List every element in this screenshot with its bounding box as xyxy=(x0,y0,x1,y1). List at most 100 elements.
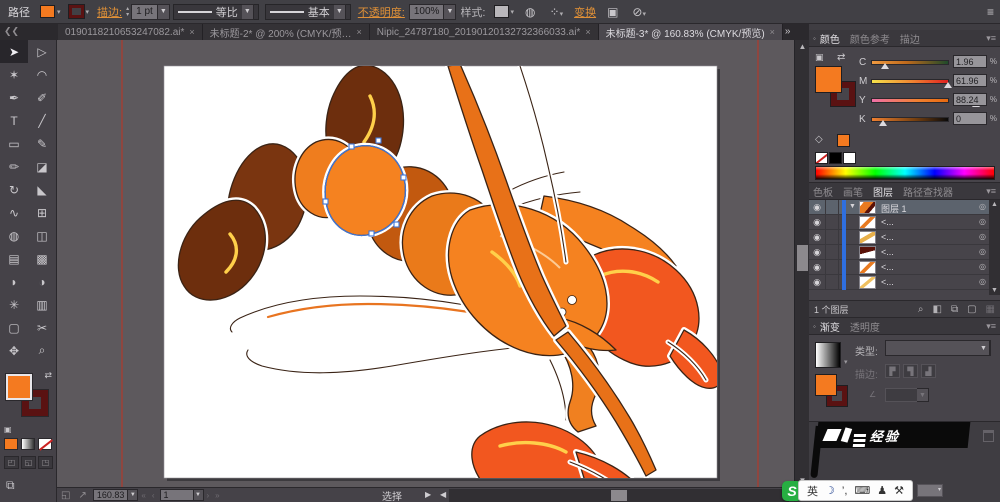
gradient-angle-dropdown[interactable]: ▼ xyxy=(885,388,929,402)
stroke-apply-across-icon[interactable]: ▟ xyxy=(921,364,936,378)
fill-proxy[interactable] xyxy=(815,374,837,396)
chevron-down-icon[interactable]: ▾ xyxy=(57,8,61,16)
panel-menu-icon[interactable]: ▾≡ xyxy=(986,33,996,44)
layer-name[interactable]: <... xyxy=(881,277,894,287)
close-icon[interactable]: × xyxy=(189,27,194,37)
tab-title[interactable]: 未标题-3* @ 160.83% (CMYK/预览) xyxy=(606,25,765,40)
layer-row[interactable]: ◉ ▼ 图层 1 ◎ xyxy=(809,200,1000,215)
tool-shape-builder[interactable]: ◍ xyxy=(0,224,28,247)
lock-cell[interactable] xyxy=(826,230,839,245)
tool-line-segment[interactable]: ╱ xyxy=(28,109,56,132)
vertical-scrollbar[interactable]: ▲ ▼ xyxy=(794,40,809,487)
layer-row[interactable]: ◉ ▼ <... ◎ xyxy=(809,260,1000,275)
layer-row[interactable]: ◉ ▼ <... ◎ xyxy=(809,215,1000,230)
doc-setup-icon[interactable]: ◱ xyxy=(61,490,70,501)
prev-artboard-icon[interactable]: ‹ xyxy=(152,491,155,500)
artboard-number-field[interactable]: 1 xyxy=(159,489,194,501)
tool-hand[interactable]: ✥ xyxy=(0,339,28,362)
tool-free-transform[interactable]: ⊞ xyxy=(28,201,56,224)
tool-zoom[interactable]: ⌕ xyxy=(28,339,56,362)
tool-artboard[interactable]: ▢ xyxy=(0,316,28,339)
style-dropdown[interactable]: ▾ xyxy=(493,5,514,18)
stepper-down-icon[interactable]: ▾ xyxy=(126,12,129,18)
layer-row[interactable]: ◉ ▼ <... ◎ xyxy=(809,275,1000,290)
delete-layer-icon[interactable]: ▦ xyxy=(986,304,995,315)
tool-width[interactable]: ∿ xyxy=(0,201,28,224)
tool-pencil[interactable]: ✏ xyxy=(0,155,28,178)
panel-tab[interactable]: 渐变 xyxy=(820,319,840,334)
lock-cell[interactable] xyxy=(826,275,839,290)
gradient-type-dropdown[interactable]: ▼ xyxy=(885,340,991,356)
layer-row[interactable]: ◉ ▼ <... ◎ xyxy=(809,245,1000,260)
layer-name[interactable]: <... xyxy=(881,262,894,272)
dropdown-icon[interactable]: ▼ xyxy=(917,388,929,402)
tool-blend[interactable]: ◑ xyxy=(28,270,56,293)
tool-rotate[interactable]: ↻ xyxy=(0,178,28,201)
stroke-color-swatch[interactable] xyxy=(67,4,85,19)
recolor-artwork-icon[interactable]: ◍ xyxy=(525,5,535,19)
new-layer-icon[interactable]: ▢ xyxy=(967,304,976,315)
black-swatch[interactable] xyxy=(829,152,842,164)
tool-mesh[interactable]: ▤ xyxy=(0,247,28,270)
channel-value-field[interactable]: 0 xyxy=(953,112,987,125)
slider-track[interactable] xyxy=(871,79,949,84)
style-swatch[interactable] xyxy=(493,5,509,18)
slider-thumb[interactable] xyxy=(943,82,952,88)
stroke-width-stepper[interactable]: ▴ ▾ xyxy=(126,6,129,18)
zoom-level-field[interactable]: 160.83 xyxy=(92,489,129,501)
target-circle-icon[interactable]: ◎ xyxy=(979,202,986,211)
swap-colors-icon[interactable]: ⇄ xyxy=(837,52,845,63)
tool-slice[interactable]: ✂ xyxy=(28,316,56,339)
visibility-eye-icon[interactable]: ◉ xyxy=(809,245,826,260)
visibility-eye-icon[interactable]: ◉ xyxy=(809,260,826,275)
stroke-width-dropdown[interactable]: ▼ xyxy=(157,3,170,20)
target-circle-icon[interactable]: ◎ xyxy=(979,232,986,241)
chevron-down-icon[interactable]: ▾ xyxy=(86,8,90,16)
default-swatches-icon[interactable]: ▣ xyxy=(815,52,824,63)
tool-gradient[interactable]: ▩ xyxy=(28,247,56,270)
expander-triangle-icon[interactable]: ▼ xyxy=(849,203,856,210)
horizontal-scroll-thumb[interactable] xyxy=(611,490,627,501)
opacity-dropdown[interactable]: ▼ xyxy=(444,3,457,20)
tool-scale[interactable]: ◣ xyxy=(28,178,56,201)
layer-thumbnail[interactable] xyxy=(859,276,876,289)
scroll-left-icon[interactable]: ▶ xyxy=(425,490,431,499)
dropdown-icon[interactable]: ▼ xyxy=(241,3,254,20)
lock-cell[interactable] xyxy=(826,215,839,230)
stroke-apply-within-icon[interactable]: ▛ xyxy=(885,364,900,378)
width-profile-dropdown[interactable]: 等比 ▼ xyxy=(172,3,259,20)
layer-thumbnail[interactable] xyxy=(859,201,876,214)
next-artboard-icon[interactable]: › xyxy=(207,491,210,500)
scroll-down-icon[interactable]: ▼ xyxy=(989,287,1000,294)
panel-tab[interactable]: 颜色参考 xyxy=(850,31,890,46)
scroll-right-icon[interactable]: ◀ xyxy=(440,490,446,499)
canvas-area[interactable]: .h{fill:#fff;stroke:#fff;stroke-width:6;… xyxy=(57,40,794,487)
target-circle-icon[interactable]: ◎ xyxy=(979,277,986,286)
trash-icon[interactable] xyxy=(983,430,994,442)
vertical-scroll-thumb[interactable] xyxy=(797,245,808,271)
transform-link[interactable]: 变换 xyxy=(574,4,596,20)
lock-cell[interactable] xyxy=(826,245,839,260)
lock-cell[interactable] xyxy=(826,200,839,215)
account-icon[interactable]: ♟ xyxy=(877,484,887,497)
none-swatch[interactable] xyxy=(815,152,828,164)
tool-paintbrush[interactable]: ✎ xyxy=(28,132,56,155)
draw-behind-button[interactable]: ◱ xyxy=(21,456,36,469)
gamut-color-swatch[interactable] xyxy=(837,134,850,147)
fill-color-proxy[interactable] xyxy=(815,66,842,93)
out-of-gamut-icon[interactable]: ◇ xyxy=(815,134,823,145)
slider-thumb[interactable] xyxy=(881,63,890,69)
new-sublayer-icon[interactable]: ⧉ xyxy=(951,304,958,315)
tool-eraser[interactable]: ◪ xyxy=(28,155,56,178)
fill-color-dropdown[interactable]: ▾ xyxy=(40,5,61,18)
tool-magic-wand[interactable]: ✶ xyxy=(0,63,28,86)
opacity-field[interactable]: 100% xyxy=(408,3,445,20)
fill-proxy[interactable] xyxy=(6,374,32,400)
stroke-width-field[interactable]: 1 pt xyxy=(131,3,158,20)
gradient-preview-swatch[interactable] xyxy=(815,342,841,368)
tool-selection[interactable]: ➤ xyxy=(0,40,28,63)
opacity-link[interactable]: 不透明度: xyxy=(358,4,405,20)
target-circle-icon[interactable]: ◎ xyxy=(979,262,986,271)
color-spectrum-bar[interactable] xyxy=(815,166,995,180)
ime-language-toggle[interactable]: 英 xyxy=(807,483,818,499)
